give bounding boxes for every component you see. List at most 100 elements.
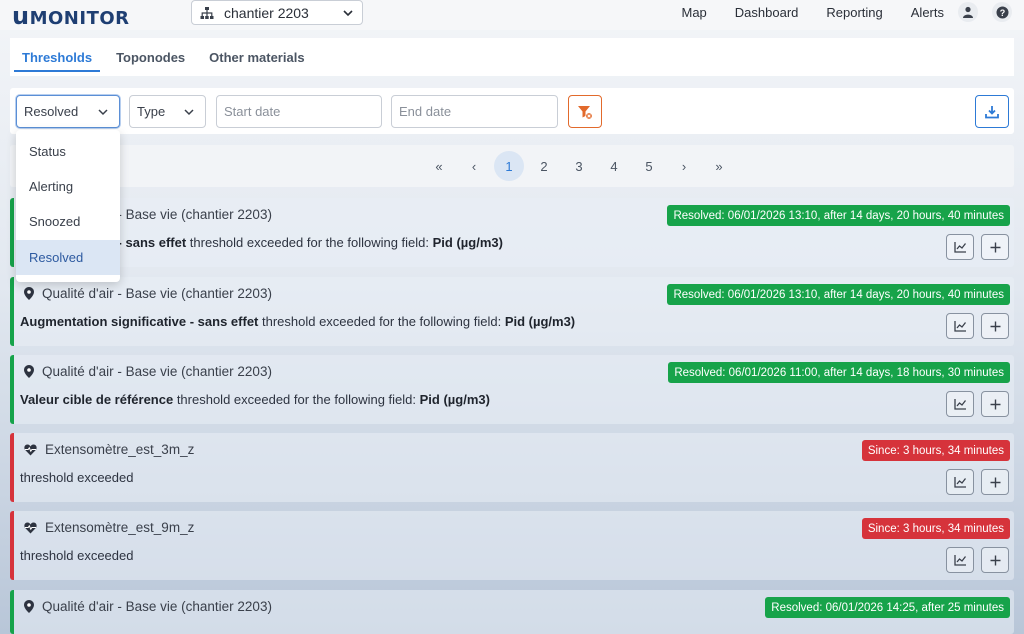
next-page-button[interactable]: › xyxy=(669,151,699,181)
sitemap-icon xyxy=(200,6,214,19)
status-option-resolved[interactable]: Resolved xyxy=(16,240,120,275)
alert-title: Extensomètre_est_3m_z xyxy=(45,442,195,457)
add-button[interactable] xyxy=(981,313,1009,339)
page-button-5[interactable]: 5 xyxy=(634,151,664,181)
alert-header: Qualité d'air - Base vie (chantier 2203) xyxy=(24,286,272,301)
line-chart-icon xyxy=(953,242,966,253)
status-badge: Resolved: 06/01/2026 14:25, after 25 min… xyxy=(765,597,1010,618)
status-option-status[interactable]: Status xyxy=(16,134,120,169)
line-chart-icon xyxy=(953,555,966,566)
alert-header: Qualité d'air - Base vie (chantier 2203) xyxy=(24,364,272,379)
alert-field: Pid (µg/m3) xyxy=(432,235,503,250)
end-date-input[interactable]: End date xyxy=(391,95,558,128)
tab-bar: Thresholds Toponodes Other materials xyxy=(10,38,1014,76)
threshold-name: Valeur cible de référence xyxy=(20,392,174,407)
last-page-button[interactable]: » xyxy=(704,151,734,181)
page-button-4[interactable]: 4 xyxy=(599,151,629,181)
alert-header: Extensomètre_est_3m_z xyxy=(24,442,194,457)
add-button[interactable] xyxy=(981,391,1009,417)
alert-card[interactable]: Extensomètre_est_9m_z threshold exceeded… xyxy=(10,511,1014,580)
prev-page-button[interactable]: ‹ xyxy=(459,151,489,181)
alert-card[interactable]: Qualité d'air - Base vie (chantier 2203)… xyxy=(10,590,1014,634)
alert-card[interactable]: Extensomètre_est_3m_z threshold exceeded… xyxy=(10,433,1014,502)
plus-icon xyxy=(990,242,1000,252)
location-pin-icon xyxy=(24,287,34,300)
user-icon xyxy=(963,6,973,18)
type-select[interactable]: Type xyxy=(129,95,206,128)
user-button[interactable] xyxy=(958,2,978,22)
line-chart-icon xyxy=(953,321,966,332)
line-chart-icon xyxy=(953,399,966,410)
status-dropdown-menu: Status Alerting Snoozed Resolved xyxy=(16,130,120,282)
status-option-alerting[interactable]: Alerting xyxy=(16,169,120,204)
status-badge: Since: 3 hours, 34 minutes xyxy=(861,518,1010,539)
alert-title: Extensomètre_est_9m_z xyxy=(45,520,195,535)
plus-icon xyxy=(990,555,1000,565)
filter-bar: Resolved Type Start date End date xyxy=(10,88,1014,134)
location-pin-icon xyxy=(24,600,34,613)
chart-button[interactable] xyxy=(946,234,974,260)
heart-pulse-icon xyxy=(24,522,37,533)
tab-toponodes[interactable]: Toponodes xyxy=(104,38,197,76)
chevron-down-icon xyxy=(98,109,108,116)
status-badge: Resolved: 06/01/2026 13:10, after 14 day… xyxy=(667,205,1010,226)
status-badge: Resolved: 06/01/2026 13:10, after 14 day… xyxy=(667,284,1010,305)
site-selector[interactable]: chantier 2203 xyxy=(191,0,363,25)
location-pin-icon xyxy=(24,365,34,378)
logo-text: MONITOR xyxy=(29,8,130,29)
heart-pulse-icon xyxy=(24,444,37,455)
plus-icon xyxy=(990,399,1000,409)
status-option-snoozed[interactable]: Snoozed xyxy=(16,204,120,239)
add-button[interactable] xyxy=(981,469,1009,495)
alert-card[interactable]: Qualité d'air - Base vie (chantier 2203)… xyxy=(10,355,1014,424)
nav-alerts[interactable]: Alerts xyxy=(911,5,944,20)
nav-dashboard[interactable]: Dashboard xyxy=(735,5,799,20)
chart-button[interactable] xyxy=(946,313,974,339)
status-badge: Since: 3 hours, 34 minutes xyxy=(861,440,1010,461)
page-button-2[interactable]: 2 xyxy=(529,151,559,181)
alert-text: threshold exceeded for the following fie… xyxy=(186,235,433,250)
alert-card[interactable]: Qualité d'air - Base vie (chantier 2203)… xyxy=(10,277,1014,346)
alert-description: threshold exceeded xyxy=(20,470,134,485)
tab-thresholds[interactable]: Thresholds xyxy=(10,38,104,76)
add-button[interactable] xyxy=(981,547,1009,573)
alert-title: Qualité d'air - Base vie (chantier 2203) xyxy=(42,286,272,301)
tab-other-materials[interactable]: Other materials xyxy=(197,38,316,76)
app-logo[interactable]: uMONITOR xyxy=(12,2,130,30)
chart-button[interactable] xyxy=(946,469,974,495)
main-nav: Map Dashboard Reporting Alerts ? xyxy=(653,0,1012,24)
alert-field: Pid (µg/m3) xyxy=(504,314,576,329)
download-button[interactable] xyxy=(975,95,1009,128)
first-page-button[interactable]: « xyxy=(424,151,454,181)
threshold-name: Augmentation significative - sans effet xyxy=(20,314,259,329)
help-button[interactable]: ? xyxy=(992,2,1012,22)
alert-card[interactable]: Qualité d'air - Base vie (chantier 2203)… xyxy=(10,198,1014,267)
start-date-input[interactable]: Start date xyxy=(216,95,382,128)
chevron-down-icon xyxy=(184,109,194,116)
alert-header: Extensomètre_est_9m_z xyxy=(24,520,194,535)
alert-text: threshold exceeded for the following fie… xyxy=(258,314,505,329)
status-badge: Resolved: 06/01/2026 11:00, after 14 day… xyxy=(668,362,1010,383)
chart-button[interactable] xyxy=(946,547,974,573)
alert-description: Valeur cible de référence threshold exce… xyxy=(20,392,490,407)
page-button-3[interactable]: 3 xyxy=(564,151,594,181)
download-icon xyxy=(985,105,999,118)
status-select-value: Resolved xyxy=(24,104,79,119)
site-selector-value: chantier 2203 xyxy=(224,4,309,21)
chart-button[interactable] xyxy=(946,391,974,417)
top-bar: uMONITOR chantier 2203 Map Dashboard Rep… xyxy=(0,0,1024,30)
clear-filter-button[interactable] xyxy=(568,95,602,128)
filter-clear-icon xyxy=(578,105,593,120)
alert-description: threshold exceeded xyxy=(20,548,134,563)
alert-header: Qualité d'air - Base vie (chantier 2203) xyxy=(24,599,272,614)
alert-text: threshold exceeded for the following fie… xyxy=(173,392,420,407)
chevron-down-icon xyxy=(343,9,353,16)
status-select[interactable]: Resolved xyxy=(16,95,120,128)
nav-map[interactable]: Map xyxy=(681,5,706,20)
alert-description: Augmentation significative - sans effet … xyxy=(20,314,575,329)
help-icon: ? xyxy=(996,6,1008,18)
add-button[interactable] xyxy=(981,234,1009,260)
alert-title: Qualité d'air - Base vie (chantier 2203) xyxy=(42,364,272,379)
nav-reporting[interactable]: Reporting xyxy=(826,5,882,20)
page-button-1[interactable]: 1 xyxy=(494,151,524,181)
